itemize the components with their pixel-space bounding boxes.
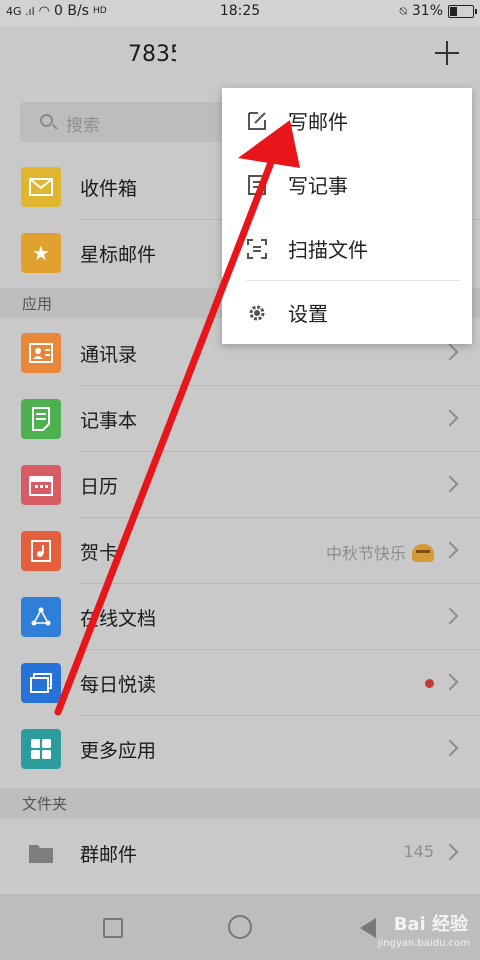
search-icon (40, 114, 53, 127)
watermark-url: jingyan.baidu.com (377, 938, 470, 949)
plus-icon[interactable] (432, 38, 462, 68)
recent-apps-button[interactable] (103, 918, 123, 938)
watermark-logo: Bai 经验 (393, 914, 468, 935)
app-label: 通讯录 (80, 344, 138, 366)
menu-item-write-note[interactable]: 写记事 (222, 152, 472, 216)
inbox-icon (21, 167, 61, 207)
app-item-online-doc[interactable]: 在线文档 (0, 584, 480, 650)
festival-promo: 中秋节快乐 (326, 540, 434, 564)
scan-icon (247, 239, 267, 259)
contacts-icon (21, 333, 61, 373)
app-header: 7835 (0, 26, 480, 88)
search-placeholder: 搜索 (66, 116, 100, 136)
app-item-more-apps[interactable]: 更多应用 (0, 716, 480, 782)
chevron-right-icon (441, 475, 459, 493)
app-item-greeting-card[interactable]: 贺卡 中秋节快乐 (0, 518, 480, 584)
folder-label: 群邮件 (80, 844, 138, 866)
app-label: 在线文档 (80, 608, 157, 630)
clock: 18:25 (219, 3, 261, 19)
app-label: 日历 (80, 476, 119, 498)
app-label: 每日悦读 (80, 674, 157, 696)
mute-icon: ⍉ (399, 3, 407, 18)
star-icon: ★ (21, 233, 61, 273)
chevron-right-icon (441, 409, 459, 427)
section-label: 应用 (22, 295, 53, 313)
mailbox-label: 收件箱 (80, 178, 138, 200)
section-label: 文件夹 (22, 795, 68, 813)
battery-icon (448, 4, 477, 18)
app-label: 贺卡 (80, 542, 119, 564)
chevron-right-icon (441, 673, 459, 691)
chevron-right-icon (441, 607, 459, 625)
menu-item-settings[interactable]: 设置 (222, 280, 472, 344)
app-item-calendar[interactable]: 日历 (0, 452, 480, 518)
app-item-notepad[interactable]: 记事本 (0, 386, 480, 452)
online-doc-icon (21, 597, 61, 637)
menu-item-label: 写记事 (288, 174, 348, 198)
gear-icon (249, 305, 265, 321)
mailbox-label: 星标邮件 (80, 244, 157, 266)
greeting-card-icon (21, 531, 61, 571)
add-popup-menu: 写邮件 写记事 扫描文件 设置 (222, 88, 472, 344)
calendar-icon (21, 465, 61, 505)
compose-icon (248, 112, 266, 130)
more-apps-icon (21, 729, 61, 769)
note-icon (248, 175, 266, 195)
menu-item-label: 扫描文件 (288, 238, 368, 262)
chevron-right-icon (441, 843, 459, 861)
notepad-icon (21, 399, 61, 439)
system-nav-bar: Bai 经验 jingyan.baidu.com (0, 894, 480, 960)
menu-item-label: 设置 (288, 302, 328, 326)
unread-dot (425, 679, 434, 688)
folder-count: 145 (403, 842, 434, 861)
home-button[interactable] (228, 915, 252, 939)
account-title[interactable]: 7835 (128, 42, 176, 67)
app-label: 记事本 (80, 410, 138, 432)
chevron-right-icon (441, 739, 459, 757)
back-button[interactable] (360, 918, 376, 938)
battery-percent: 31% (411, 3, 443, 19)
chevron-right-icon (441, 343, 459, 361)
daily-reading-icon (21, 663, 61, 703)
status-bar: 4G .ıl ◠ 0 B/s HD 18:25 ⍉ 31% (0, 0, 480, 26)
mooncake-icon (412, 544, 434, 562)
folder-icon (21, 833, 61, 873)
section-header-folders: 文件夹 (0, 788, 480, 818)
chevron-right-icon (441, 541, 459, 559)
app-label: 更多应用 (80, 740, 157, 762)
menu-item-scan[interactable]: 扫描文件 (222, 216, 472, 280)
menu-item-label: 写邮件 (288, 110, 348, 134)
menu-item-compose[interactable]: 写邮件 (222, 88, 472, 152)
app-item-daily-reading[interactable]: 每日悦读 (0, 650, 480, 716)
folder-item-group-mail[interactable]: 群邮件 145 (0, 820, 480, 886)
